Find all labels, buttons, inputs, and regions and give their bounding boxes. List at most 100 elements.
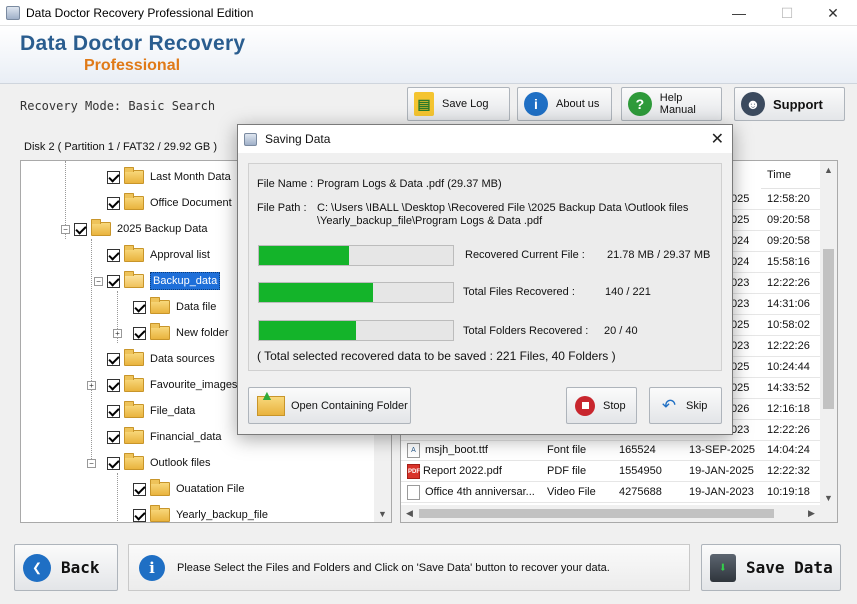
summary-text: ( Total selected recovered data to be sa… — [257, 349, 616, 363]
tree-item[interactable]: + Favourite_images — [87, 375, 237, 395]
checkbox[interactable] — [107, 196, 120, 210]
tree-item-label: File_data — [150, 405, 196, 417]
tree-item[interactable]: Yearly_backup_file — [133, 505, 268, 522]
file-path-label: File Path : — [257, 202, 307, 214]
tree-item[interactable]: Data sources — [107, 349, 215, 369]
save-data-button[interactable]: ⬇ Save Data — [701, 544, 841, 591]
collapse-icon[interactable]: − — [61, 224, 70, 234]
progress-value: 20 / 40 — [604, 325, 638, 337]
folder-icon — [124, 427, 144, 444]
checkbox[interactable] — [107, 170, 120, 184]
checkbox[interactable] — [107, 352, 120, 366]
checkbox[interactable] — [107, 456, 120, 470]
tree-item-label: Data sources — [150, 353, 215, 365]
date-cell: 19-JAN-2025 — [689, 465, 754, 477]
tree-item[interactable]: − Outlook files — [87, 453, 211, 473]
tree-item[interactable]: Approval list — [107, 245, 210, 265]
tree-item[interactable]: − 2025 Backup Data — [61, 219, 208, 239]
stop-button[interactable]: Stop — [566, 387, 637, 424]
folder-icon — [150, 323, 170, 340]
collapse-icon[interactable]: − — [94, 276, 103, 286]
help-manual-button[interactable]: ? Help Manual — [621, 87, 722, 121]
back-button[interactable]: ❮ Back — [14, 544, 118, 591]
tree-item-label: Outlook files — [150, 457, 211, 469]
scroll-down-arrow-icon[interactable]: ▼ — [374, 505, 391, 522]
time-cell: 15:58:16 — [767, 256, 810, 268]
list-vertical-scrollbar[interactable]: ▲ ▼ — [820, 161, 837, 506]
tree-item[interactable]: + New folder — [113, 323, 229, 343]
maximize-button[interactable]: ☐ — [764, 0, 810, 26]
close-button[interactable]: ✕ — [810, 0, 856, 26]
tree-item-selected[interactable]: − Backup_data — [94, 271, 221, 291]
file-path-value-cont: \Yearly_backup_file\Program Logs & Data … — [317, 215, 543, 227]
table-row[interactable]: PDF Report 2022.pdf PDF file 1554950 19-… — [401, 461, 821, 482]
scroll-thumb[interactable] — [823, 249, 834, 409]
minimize-button[interactable]: — — [716, 0, 762, 26]
file-type-cell: Video File — [547, 486, 596, 498]
font-file-icon: A — [407, 443, 420, 458]
tree-item-label: Backup_data — [150, 272, 221, 290]
progress-label: Total Folders Recovered : — [463, 325, 589, 337]
checkbox[interactable] — [133, 508, 146, 522]
brand-subtitle: Professional — [84, 57, 181, 74]
file-type-cell: Font file — [547, 444, 587, 456]
scroll-up-arrow-icon[interactable]: ▲ — [820, 161, 837, 178]
scroll-right-arrow-icon[interactable]: ▶ — [803, 505, 820, 522]
about-us-button[interactable]: i About us — [517, 87, 612, 121]
tree-item[interactable]: File_data — [107, 401, 195, 421]
checkbox[interactable] — [107, 248, 120, 262]
expand-icon[interactable]: + — [87, 380, 96, 390]
checkbox[interactable] — [133, 482, 146, 496]
skip-label: Skip — [686, 399, 708, 412]
app-icon — [6, 5, 20, 20]
checkbox[interactable] — [133, 300, 146, 314]
tree-item-label: New folder — [176, 327, 229, 339]
tree-item-label: Yearly_backup_file — [176, 509, 268, 521]
up-arrow-icon: ▲ — [260, 386, 274, 403]
checkbox[interactable] — [107, 378, 120, 392]
dialog-app-icon — [244, 132, 257, 146]
tree-item-label: Approval list — [150, 249, 210, 261]
support-button[interactable]: ☻ Support — [734, 87, 845, 121]
table-row[interactable]: A msjh_boot.ttf Font file 165524 13-SEP-… — [401, 440, 821, 461]
tree-item[interactable]: Office Document — [107, 193, 232, 213]
checkbox[interactable] — [107, 430, 120, 444]
stop-label: Stop — [603, 399, 626, 412]
date-cell: 025 — [731, 193, 750, 205]
time-cell: 14:33:52 — [767, 382, 810, 394]
save-log-button[interactable]: ▤ Save Log — [407, 87, 510, 121]
time-cell: 10:24:44 — [767, 361, 810, 373]
checkbox[interactable] — [107, 404, 120, 418]
open-containing-folder-button[interactable]: ▲ Open Containing Folder — [248, 387, 411, 424]
file-path-value: C: \Users \IBALL \Desktop \Recovered Fil… — [317, 202, 689, 214]
collapse-icon[interactable]: − — [87, 458, 96, 468]
scroll-down-arrow-icon[interactable]: ▼ — [820, 489, 837, 506]
stop-icon — [575, 395, 595, 416]
tree-item[interactable]: Data file — [133, 297, 216, 317]
tree-item[interactable]: Financial_data — [107, 427, 222, 447]
stop-square — [581, 402, 589, 409]
checkbox[interactable] — [74, 222, 87, 236]
list-horizontal-scrollbar[interactable]: ◀ ▶ — [401, 505, 837, 522]
table-row[interactable]: Office 4th anniversar... Video File 4275… — [401, 482, 821, 503]
tree-item[interactable]: Ouatation File — [133, 479, 244, 499]
dialog-title-bar: Saving Data ✕ — [238, 125, 732, 153]
scroll-left-arrow-icon[interactable]: ◀ — [401, 505, 418, 522]
tree-item[interactable]: Last Month Data — [107, 167, 231, 187]
info-icon: i — [524, 92, 548, 116]
time-cell: 09:20:58 — [767, 214, 810, 226]
file-name-cell: Report 2022.pdf — [423, 465, 502, 477]
window-title: Data Doctor Recovery Professional Editio… — [26, 5, 254, 20]
scroll-thumb[interactable] — [419, 509, 774, 518]
checkbox[interactable] — [107, 274, 120, 288]
column-header-time[interactable]: Time — [761, 161, 821, 189]
time-cell: 09:20:58 — [767, 235, 810, 247]
checkbox[interactable] — [133, 326, 146, 340]
help-icon: ? — [628, 92, 652, 116]
skip-button[interactable]: ↶ Skip — [649, 387, 722, 424]
progress-value: 140 / 221 — [605, 286, 651, 298]
progress-label: Total Files Recovered : — [463, 286, 575, 298]
save-data-label: Save Data — [746, 558, 833, 577]
dialog-close-button[interactable]: ✕ — [711, 129, 724, 149]
expand-icon[interactable]: + — [113, 328, 122, 338]
